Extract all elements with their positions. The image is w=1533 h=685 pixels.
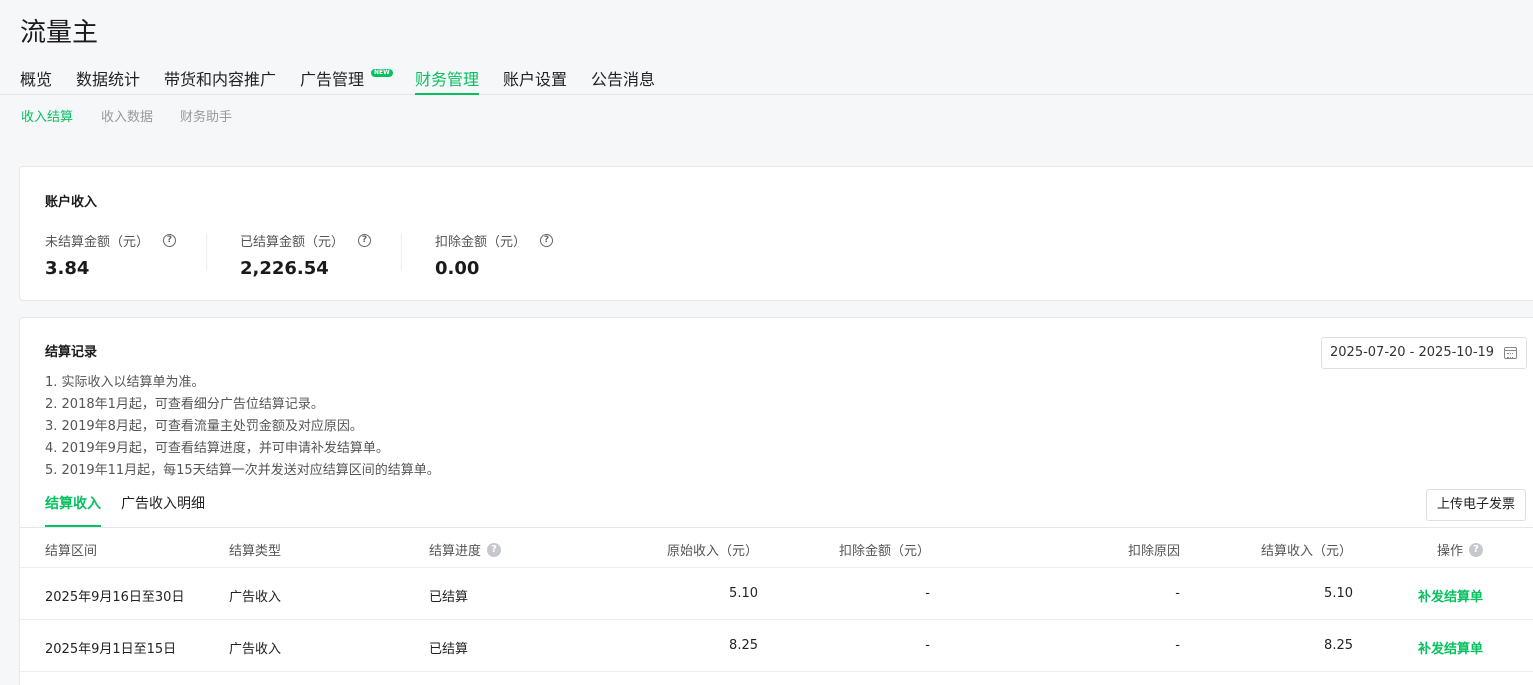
col-period: 结算区间: [45, 544, 98, 559]
nav-finance[interactable]: 财务管理: [415, 66, 480, 95]
col-action: 操作 ?: [1437, 540, 1484, 559]
cell-reason: -: [1175, 638, 1180, 653]
stat-deducted: 扣除金额（元） ? 0.00: [435, 231, 554, 279]
main-nav: 概览 数据统计 带货和内容推广 广告管理 NEW 财务管理 账户设置 公告消息: [0, 66, 1533, 95]
note-item: 1. 实际收入以结算单为准。: [45, 375, 205, 390]
note-item: 5. 2019年11月起，每15天结算一次并发送对应结算区间的结算单。: [45, 463, 440, 478]
col-deduction-amount: 扣除金额（元）: [839, 544, 931, 559]
cell-deduction: -: [925, 638, 930, 653]
calendar-icon: [1504, 347, 1517, 359]
cell-settled-income: 5.10: [1324, 586, 1353, 601]
col-progress: 结算进度 ?: [429, 540, 502, 559]
reissue-statement-link[interactable]: 补发结算单: [1418, 638, 1483, 657]
cell-reason: -: [1175, 586, 1180, 601]
nav-announcements[interactable]: 公告消息: [591, 66, 655, 95]
subnav-income-data[interactable]: 收入数据: [101, 106, 153, 125]
upload-invoice-button[interactable]: 上传电子发票: [1426, 489, 1526, 521]
cell-period: 2025年9月1日至15日: [45, 642, 177, 657]
col-type: 结算类型: [229, 544, 282, 559]
nav-overview[interactable]: 概览: [20, 66, 52, 95]
nav-ad-management-label: 广告管理: [300, 70, 365, 89]
stat-deducted-value: 0.00: [435, 258, 480, 279]
table-row: 2025年9月1日至15日 广告收入 已结算 8.25 - - 8.25 补发结…: [20, 620, 1533, 672]
stat-settled-value: 2,226.54: [240, 258, 329, 279]
tab-ad-income-detail[interactable]: 广告收入明细: [121, 493, 205, 527]
note-item: 3. 2019年8月起，可查看流量主处罚金额及对应原因。: [45, 419, 363, 434]
question-circle-icon[interactable]: ?: [163, 234, 177, 247]
cell-period: 2025年9月16日至30日: [45, 590, 185, 605]
stat-deducted-label: 扣除金额（元）: [435, 235, 527, 250]
reissue-statement-link[interactable]: 补发结算单: [1418, 586, 1483, 605]
nav-ad-management[interactable]: 广告管理: [300, 66, 364, 95]
stat-divider: [401, 233, 402, 271]
cell-type: 广告收入: [229, 642, 282, 657]
settlement-card: 结算记录 2025-07-20 - 2025-10-19 1. 实际收入以结算单…: [19, 317, 1533, 685]
nav-account-settings[interactable]: 账户设置: [503, 66, 567, 95]
question-circle-icon[interactable]: ?: [358, 234, 372, 247]
cell-original-income: 5.10: [729, 586, 758, 601]
table-header: 结算区间 结算类型 结算进度 ? 原始收入（元） 扣除金额（元） 扣除原因 结算…: [20, 528, 1533, 568]
cell-deduction: -: [925, 586, 930, 601]
subnav-income-settlement[interactable]: 收入结算: [21, 106, 73, 125]
col-settled-income: 结算收入（元）: [1261, 544, 1353, 559]
date-range-picker[interactable]: 2025-07-20 - 2025-10-19: [1321, 337, 1527, 369]
table-row: 2025年9月16日至30日 广告收入 已结算 5.10 - - 5.10 补发…: [20, 568, 1533, 620]
date-range-value: 2025-07-20 - 2025-10-19: [1330, 345, 1495, 360]
nav-promotion[interactable]: 带货和内容推广: [164, 66, 276, 95]
cell-settled-income: 8.25: [1324, 638, 1353, 653]
note-item: 4. 2019年9月起，可查看结算进度，并可申请补发结算单。: [45, 441, 389, 456]
col-original-income: 原始收入（元）: [667, 544, 759, 559]
stat-unsettled-label: 未结算金额（元）: [45, 235, 150, 250]
stat-unsettled: 未结算金额（元） ? 3.84: [45, 231, 177, 279]
cell-progress: 已结算: [429, 590, 469, 605]
settlement-title: 结算记录: [45, 345, 98, 360]
tab-settlement-income[interactable]: 结算收入: [45, 493, 101, 527]
new-badge: NEW: [371, 69, 393, 77]
settlement-notes: 1. 实际收入以结算单为准。 2. 2018年1月起，可查看细分广告位结算记录。…: [45, 372, 440, 482]
account-income-title: 账户收入: [45, 195, 98, 210]
question-circle-icon[interactable]: ?: [1469, 542, 1484, 557]
note-item: 2. 2018年1月起，可查看细分广告位结算记录。: [45, 397, 324, 412]
question-circle-icon[interactable]: ?: [540, 234, 554, 247]
stat-divider: [206, 233, 207, 271]
stat-settled-label: 已结算金额（元）: [240, 235, 345, 250]
account-income-card: 账户收入 未结算金额（元） ? 3.84 已结算金额（元） ? 2,226.54…: [19, 166, 1533, 301]
app-title: 流量主: [20, 18, 99, 48]
cell-type: 广告收入: [229, 590, 282, 605]
nav-data-stats[interactable]: 数据统计: [76, 66, 140, 95]
stat-unsettled-value: 3.84: [45, 258, 90, 279]
cell-progress: 已结算: [429, 642, 469, 657]
stat-settled: 已结算金额（元） ? 2,226.54: [240, 231, 372, 279]
subnav-finance-assistant[interactable]: 财务助手: [180, 106, 232, 125]
col-deduction-reason: 扣除原因: [1128, 544, 1181, 559]
question-circle-icon[interactable]: ?: [487, 542, 502, 557]
cell-original-income: 8.25: [729, 638, 758, 653]
